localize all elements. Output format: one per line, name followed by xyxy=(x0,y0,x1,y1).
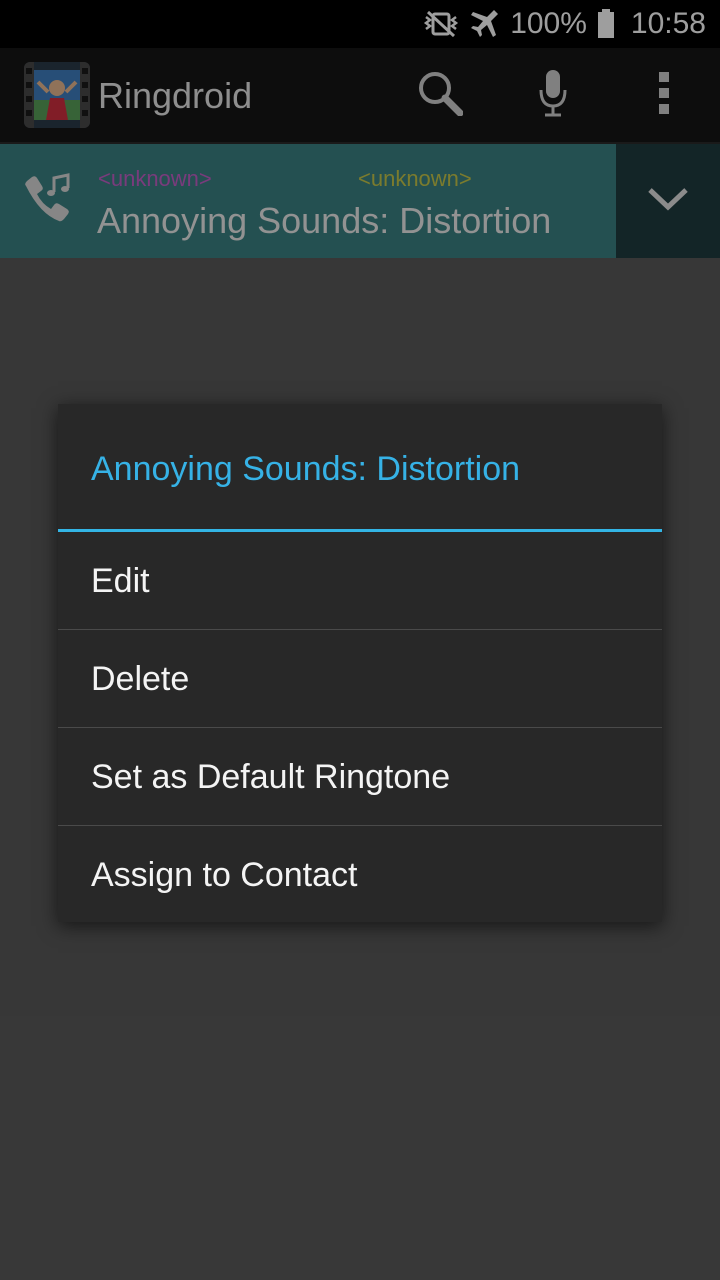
menu-item-assign-to-contact[interactable]: Assign to Contact xyxy=(58,826,662,922)
menu-item-delete[interactable]: Delete xyxy=(58,630,662,728)
context-menu-dialog: Annoying Sounds: Distortion Edit Delete … xyxy=(58,404,662,922)
dialog-title: Annoying Sounds: Distortion xyxy=(58,404,662,532)
menu-item-edit[interactable]: Edit xyxy=(58,532,662,630)
screen: 100% 10:58 Ringdroid <unknown> <unknown>… xyxy=(0,0,720,1280)
menu-item-set-default-ringtone[interactable]: Set as Default Ringtone xyxy=(58,728,662,826)
